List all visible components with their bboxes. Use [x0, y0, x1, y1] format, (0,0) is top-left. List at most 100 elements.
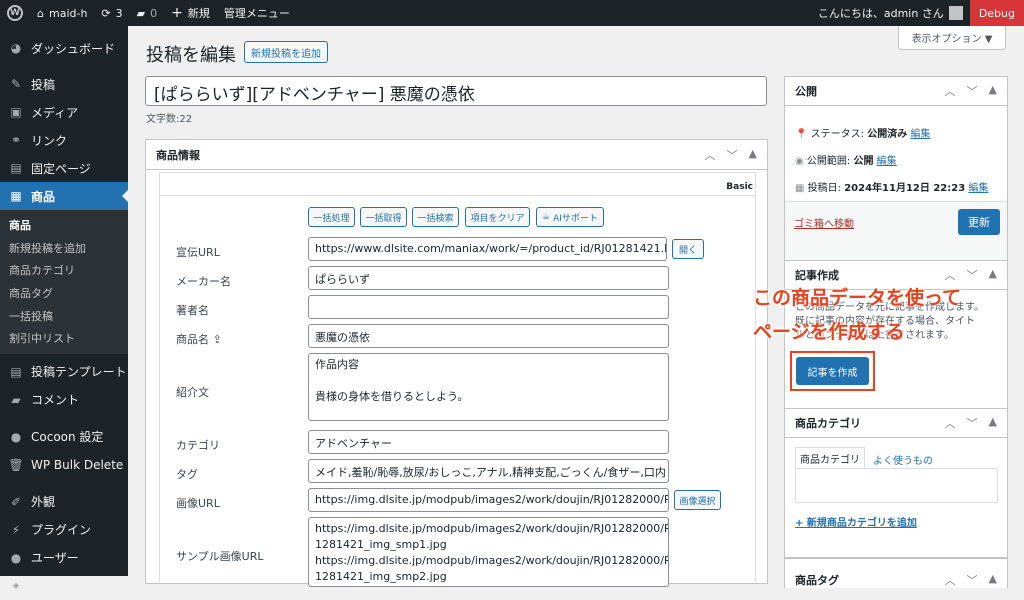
sidebar-item-products[interactable]: ▦ 商品 [0, 182, 128, 210]
image-select-button[interactable]: 画像選択 [674, 490, 721, 510]
move-up-icon[interactable]: ︿ [945, 572, 956, 588]
edit-date-link[interactable]: 編集 [968, 183, 988, 194]
page-title: 投稿を編集 [146, 45, 236, 66]
sidebar-item-users[interactable]: ● ユーザー [0, 544, 128, 572]
move-down-icon[interactable]: ﹀ [967, 415, 978, 431]
toggle-panel-icon[interactable]: ▲ [749, 147, 757, 163]
sidebar-item-plugins[interactable]: ⚡ プラグイン [0, 516, 128, 544]
open-url-button[interactable]: 開く [672, 239, 704, 259]
basic-divider [160, 195, 755, 196]
template-icon: ▤ [10, 364, 22, 379]
move-up-icon[interactable]: ︿ [945, 267, 956, 283]
toggle-panel-icon[interactable]: ▲ [989, 572, 997, 588]
wp-logo-menu[interactable]: W [0, 0, 30, 26]
image-url-input[interactable]: https://img.dlsite.jp/modpub/images2/wor… [308, 488, 669, 512]
move-up-icon[interactable]: ︿ [705, 147, 716, 163]
sidebar-item-cocoon[interactable]: ● Cocoon 設定 [0, 423, 128, 451]
share-icon[interactable]: ⇪ [213, 333, 222, 346]
annotation-line-1: この商品データを使って [753, 287, 962, 309]
updates-icon: ⟳ [101, 6, 111, 20]
edit-visibility-link[interactable]: 編集 [877, 156, 897, 167]
sidebar-item-posts[interactable]: ✎ 投稿 [0, 70, 128, 98]
bulk-process-button[interactable]: 一括処理 [308, 207, 355, 227]
site-name-link[interactable]: ⌂ maid-h [30, 0, 94, 26]
comment-icon: ▰ [11, 392, 21, 407]
intro-textarea[interactable]: 作品内容 貴様の身体を借りるとしよう。 [308, 353, 669, 421]
move-down-icon[interactable]: ﹀ [967, 572, 978, 588]
toggle-panel-icon[interactable]: ▲ [989, 415, 997, 431]
move-down-icon[interactable]: ﹀ [727, 147, 738, 163]
move-up-icon[interactable]: ︿ [945, 83, 956, 99]
sidebar-item-wp-bulk-delete[interactable]: 🗑 WP Bulk Delete [0, 451, 128, 479]
toggle-panel-icon[interactable]: ▲ [989, 267, 997, 283]
create-article-button[interactable]: 記事を作成 [796, 357, 869, 385]
update-button[interactable]: 更新 [958, 209, 1000, 235]
author-input[interactable] [308, 295, 669, 319]
submenu-item-products[interactable]: 商品 [0, 214, 128, 237]
tab-popular-categories[interactable]: よく使うもの [873, 452, 933, 467]
intro-label: 紹介文 [176, 386, 209, 399]
ai-icon: ☕ [542, 212, 551, 222]
sidebar-item-media[interactable]: ▣ メディア [0, 98, 128, 126]
category-input[interactable]: アドベンチャー [308, 430, 669, 454]
home-icon: ⌂ [37, 6, 44, 20]
submenu-item-add-new[interactable]: 新規投稿を追加 [0, 237, 128, 260]
toggle-panel-icon[interactable]: ▲ [989, 83, 997, 99]
submenu-item-tags[interactable]: 商品タグ [0, 282, 128, 305]
move-down-icon[interactable]: ﹀ [967, 83, 978, 99]
product-info-header[interactable]: 商品情報 ︿ ﹀ ▲ [146, 140, 767, 170]
debug-button[interactable]: Debug [969, 0, 1024, 26]
basic-label: Basic [726, 182, 753, 192]
move-to-trash-link[interactable]: ゴミ箱へ移動 [794, 215, 854, 230]
cocoon-icon: ● [10, 429, 22, 444]
date-row: ▦ 投稿日: 2024年11月12日 22:23 編集 [795, 183, 989, 194]
maker-input[interactable]: ぱららいず [308, 266, 669, 290]
product-name-input[interactable]: 悪魔の憑依 [308, 324, 669, 348]
clear-fields-button[interactable]: 項目をクリア [465, 207, 530, 227]
media-icon: ▣ [10, 105, 22, 119]
tab-all-categories[interactable]: 商品カテゴリ [795, 447, 865, 469]
annotation-line-2: ページを作成する [753, 321, 905, 343]
bulk-search-button[interactable]: 一括検索 [412, 207, 459, 227]
category-checklist [795, 468, 998, 503]
sample-image-textarea[interactable]: https://img.dlsite.jp/modpub/images2/wor… [308, 517, 669, 587]
tag-input[interactable]: メイド,羞恥/恥辱,放尿/おしっこ,アナル,精神支配,ごっくん/食ザー,口内 [308, 459, 669, 483]
edit-status-link[interactable]: 編集 [910, 129, 930, 140]
my-account-link[interactable]: こんにちは、admin さん [811, 0, 970, 26]
manage-menu-link[interactable]: 管理メニュー [217, 0, 297, 26]
image-url-label: 画像URL [176, 497, 220, 510]
link-icon: ⚭ [10, 133, 22, 147]
add-new-post-button[interactable]: 新規投稿を追加 [244, 41, 328, 63]
product-category-header[interactable]: 商品カテゴリ ︿ ﹀ ▲ [785, 409, 1007, 438]
bulk-fetch-button[interactable]: 一括取得 [360, 207, 407, 227]
submenu-item-bulk-post[interactable]: 一括投稿 [0, 304, 128, 327]
move-down-icon[interactable]: ﹀ [967, 267, 978, 283]
calendar-icon: ▦ [795, 183, 805, 194]
submenu-item-categories[interactable]: 商品カテゴリ [0, 259, 128, 282]
product-tag-header[interactable]: 商品タグ ︿ ﹀ ▲ [785, 559, 1007, 588]
sample-image-label: サンプル画像URL [176, 550, 264, 563]
post-title-input[interactable]: [ぱららいず][アドベンチャー] 悪魔の憑依 [145, 76, 767, 106]
screen-options-button[interactable]: 表示オプション ▼ [898, 26, 1006, 50]
sidebar-item-dashboard[interactable]: ◕ ダッシュボード [0, 34, 128, 62]
author-label: 著者名 [176, 304, 209, 317]
add-new-category-link[interactable]: + 新規商品カテゴリを追加 [795, 514, 917, 529]
sidebar-item-post-templates[interactable]: ▤ 投稿テンプレート [0, 358, 128, 386]
status-row: 📍 ステータス: 公開済み 編集 [795, 129, 931, 140]
visibility-row: ◉ 公開範囲: 公開 編集 [795, 156, 897, 167]
sidebar-item-appearance[interactable]: ✐ 外観 [0, 488, 128, 516]
sidebar-item-links[interactable]: ⚭ リンク [0, 126, 128, 154]
publish-box: 公開 ︿ ﹀ ▲ 📍 ステータス: 公開済み 編集 ◉ 公開範囲: 公開 編集 ▦ … [784, 76, 1008, 270]
ad-url-input[interactable]: https://www.dlsite.com/maniax/work/=/pro… [308, 237, 667, 261]
move-up-icon[interactable]: ︿ [945, 415, 956, 431]
sidebar-item-pages[interactable]: ▤ 固定ページ [0, 154, 128, 182]
tag-label: タグ [176, 468, 198, 481]
comments-link[interactable]: ▰ 0 [130, 0, 164, 26]
submenu-item-discount-list[interactable]: 割引中リスト [0, 327, 128, 350]
updates-link[interactable]: ⟳ 3 [94, 0, 129, 26]
publish-header[interactable]: 公開 ︿ ﹀ ▲ [785, 77, 1007, 106]
new-content-link[interactable]: + 新規 [164, 0, 217, 26]
ai-support-button[interactable]: ☕ AIサポート [536, 207, 604, 227]
sidebar-item-comments[interactable]: ▰ コメント [0, 386, 128, 414]
product-name-label: 商品名 ⇪ [176, 333, 222, 346]
